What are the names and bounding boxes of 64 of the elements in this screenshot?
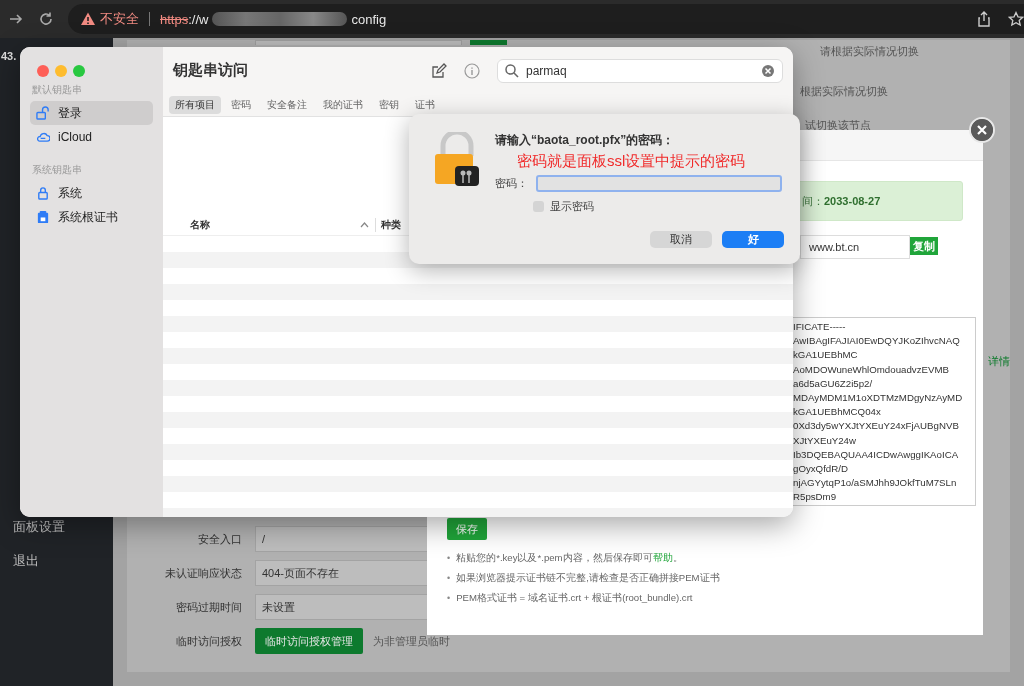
address-bar[interactable]: 不安全 https://w config (68, 4, 1024, 34)
input-field[interactable] (255, 40, 462, 45)
nav-item[interactable]: 退出 (13, 552, 39, 570)
column-header[interactable]: 名称 (163, 218, 360, 232)
search-icon (504, 62, 520, 79)
password-field[interactable] (536, 175, 782, 192)
domain-field[interactable]: www.bt.cn (800, 235, 910, 259)
column-header[interactable]: 种类 (381, 218, 401, 232)
tab[interactable]: 我的证书 (317, 96, 369, 115)
annotation-text: 密码就是面板ssl设置中提示的密码 (517, 152, 747, 171)
field-label: 临时访问授权 (175, 633, 243, 649)
section-heading: 系统钥匙串 (31, 163, 83, 177)
tab[interactable]: 密钥 (373, 96, 405, 115)
lock-icon (36, 186, 50, 200)
field-label: 安全入口 (197, 531, 243, 547)
info-icon[interactable] (464, 62, 480, 79)
url-text: config (351, 11, 387, 27)
tip-text: PEM格式证书 = 域名证书.crt + 根证书(root_bundle).crt (456, 591, 693, 605)
compose-icon[interactable] (431, 62, 447, 79)
unlock-icon (36, 106, 50, 120)
hint-text: 根据实际情况切换 (800, 83, 888, 99)
hint-text: 试切换该节点 (805, 117, 871, 133)
sidebar-item[interactable]: 系统 (30, 181, 153, 205)
tab[interactable]: 安全备注 (261, 96, 313, 115)
tab[interactable]: 证书 (409, 96, 441, 115)
bullet-mark: • (447, 593, 451, 603)
search-field[interactable]: parmaq (497, 58, 783, 83)
hint-text: 请根据实际情况切换 (820, 44, 919, 59)
dialog-title: 请输入“baota_root.pfx”的密码： (495, 132, 676, 149)
ok-button[interactable]: 好 (722, 231, 784, 248)
field-label: 密码： (495, 176, 528, 191)
sidebar-item[interactable]: iCloud (30, 125, 153, 149)
sidebar-item[interactable]: 登录 (30, 101, 153, 125)
clear-icon[interactable] (760, 62, 776, 79)
tip-text: 粘贴您的*.key以及*.pem内容，然后保存即可帮助。 (456, 551, 683, 565)
checkbox[interactable] (533, 201, 544, 212)
sort-caret-icon[interactable] (360, 222, 369, 228)
bullet-mark: • (447, 553, 451, 563)
nav-item[interactable]: 面板设置 (13, 518, 65, 536)
cloud-icon (36, 130, 50, 144)
tip-text: 如果浏览器提示证书链不完整,请检查是否正确拼接PEM证书 (456, 571, 720, 585)
note-text: 为非管理员临时 (373, 633, 450, 649)
window-title: 钥匙串访问 (173, 61, 248, 81)
bullet-mark: • (447, 573, 451, 583)
star-icon[interactable] (1008, 11, 1024, 27)
padlock-icon (433, 132, 481, 188)
share-icon[interactable] (976, 11, 992, 27)
host-label: 43. (1, 50, 17, 62)
security-label: 不安全 (100, 10, 139, 28)
cabinet-icon (36, 210, 50, 224)
sidebar-item[interactable]: 系统根证书 (30, 205, 153, 229)
warning-icon (80, 11, 96, 27)
field-label: 密码过期时间 (175, 599, 243, 615)
close-button[interactable] (37, 65, 49, 77)
section-heading: 默认钥匙串 (31, 83, 83, 97)
expiry-text: 间：2033-08-27 (802, 193, 881, 209)
tab[interactable]: 所有项目 (169, 96, 221, 115)
cancel-button[interactable]: 取消 (650, 231, 712, 248)
field-label: 未认证响应状态 (164, 565, 243, 581)
checkbox-label: 显示密码 (550, 199, 594, 214)
tab[interactable]: 密码 (225, 96, 257, 115)
manage-button[interactable]: 临时访问授权管理 (255, 628, 363, 654)
reload-icon[interactable] (38, 11, 54, 27)
url-text: https://w (160, 11, 209, 27)
